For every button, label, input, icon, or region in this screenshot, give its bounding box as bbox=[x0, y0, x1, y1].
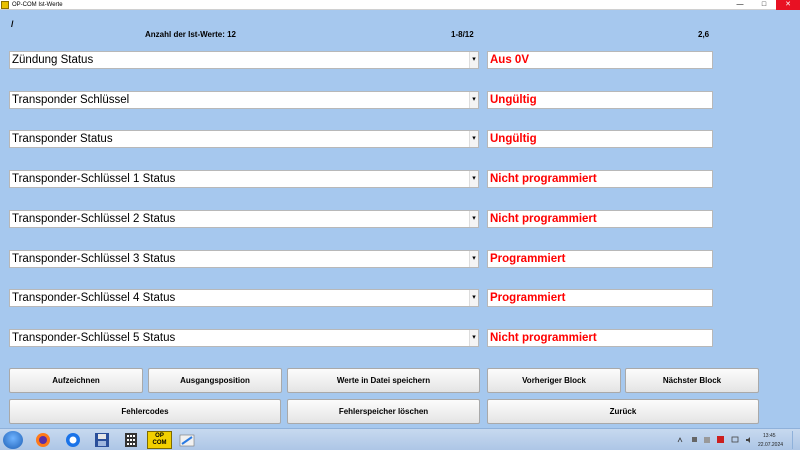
save-to-file-button[interactable]: Werte in Datei speichern bbox=[287, 368, 480, 393]
parameter-label: Transponder-Schlüssel 3 Status bbox=[12, 253, 176, 265]
paint-icon[interactable] bbox=[177, 431, 197, 449]
app-icon bbox=[1, 0, 9, 9]
show-desktop-button[interactable] bbox=[792, 431, 800, 449]
browser-icon[interactable] bbox=[63, 431, 83, 449]
close-icon[interactable]: ✕ bbox=[776, 0, 800, 10]
dropdown-arrow-icon[interactable]: ▾ bbox=[469, 330, 478, 346]
parameter-select-2[interactable]: Transponder Schlüssel ▾ bbox=[9, 91, 479, 109]
parameter-label: Transponder-Schlüssel 2 Status bbox=[12, 213, 176, 225]
parameter-value: Ungültig bbox=[490, 94, 537, 106]
parameter-select-8[interactable]: Transponder-Schlüssel 5 Status ▾ bbox=[9, 329, 479, 347]
parameter-value-5: Nicht programmiert bbox=[487, 210, 713, 228]
dropdown-arrow-icon[interactable]: ▾ bbox=[469, 92, 478, 108]
parameter-select-1[interactable]: Zündung Status ▾ bbox=[9, 51, 479, 69]
parameter-value-3: Ungültig bbox=[487, 130, 713, 148]
tray-display-icon bbox=[731, 431, 739, 449]
taskbar: OP COM 13:45 22.07.2024 bbox=[0, 428, 800, 450]
parameter-select-7[interactable]: Transponder-Schlüssel 4 Status ▾ bbox=[9, 289, 479, 307]
parameter-value-4: Nicht programmiert bbox=[487, 170, 713, 188]
record-button[interactable]: Aufzeichnen bbox=[9, 368, 143, 393]
parameter-value: Programmiert bbox=[490, 292, 566, 304]
parameter-label: Transponder Status bbox=[12, 133, 113, 145]
start-button-icon[interactable] bbox=[3, 431, 23, 449]
tray-app-icon bbox=[703, 431, 711, 449]
parameter-select-4[interactable]: Transponder-Schlüssel 1 Status ▾ bbox=[9, 170, 479, 188]
window-title-bar: OP-COM Ist-Werte — □ ✕ bbox=[0, 0, 800, 10]
dropdown-arrow-icon[interactable]: ▾ bbox=[469, 131, 478, 147]
maximize-icon[interactable]: □ bbox=[752, 0, 776, 10]
dropdown-arrow-icon[interactable]: ▾ bbox=[469, 171, 478, 187]
window-title: OP-COM Ist-Werte bbox=[12, 1, 63, 8]
parameter-label: Zündung Status bbox=[12, 54, 94, 66]
value-count-label: Anzahl der Ist-Werte: 12 bbox=[145, 30, 236, 39]
parameter-value-1: Aus 0V bbox=[487, 51, 713, 69]
dropdown-arrow-icon[interactable]: ▾ bbox=[469, 290, 478, 306]
parameter-value: Nicht programmiert bbox=[490, 173, 597, 185]
parameter-label: Transponder-Schlüssel 4 Status bbox=[12, 292, 176, 304]
parameter-value: Aus 0V bbox=[490, 54, 529, 66]
parameter-value-8: Nicht programmiert bbox=[487, 329, 713, 347]
volume-icon[interactable] bbox=[745, 431, 753, 449]
parameter-label: Transponder Schlüssel bbox=[12, 94, 130, 106]
error-codes-button[interactable]: Fehlercodes bbox=[9, 399, 281, 424]
header-slash: / bbox=[11, 19, 14, 29]
clock-time: 13:45 bbox=[763, 433, 776, 439]
parameter-select-5[interactable]: Transponder-Schlüssel 2 Status ▾ bbox=[9, 210, 479, 228]
tray-chevron-icon[interactable] bbox=[676, 431, 684, 449]
parameter-value-2: Ungültig bbox=[487, 91, 713, 109]
parameter-select-3[interactable]: Transponder Status ▾ bbox=[9, 130, 479, 148]
parameter-value-6: Programmiert bbox=[487, 250, 713, 268]
tray-flag-icon bbox=[690, 431, 698, 449]
clock-date: 22.07.2024 bbox=[758, 442, 784, 448]
parameter-label: Transponder-Schlüssel 5 Status bbox=[12, 332, 176, 344]
start-position-button[interactable]: Ausgangsposition bbox=[148, 368, 282, 393]
header-value: 2,6 bbox=[698, 30, 710, 39]
tray-alert-icon bbox=[716, 431, 725, 449]
opcom-line-1: OP bbox=[155, 433, 164, 439]
calculator-icon[interactable] bbox=[121, 431, 141, 449]
firefox-icon[interactable] bbox=[33, 431, 53, 449]
parameter-value-7: Programmiert bbox=[487, 289, 713, 307]
parameter-value: Programmiert bbox=[490, 253, 566, 265]
minimize-icon[interactable]: — bbox=[728, 0, 752, 10]
parameter-value: Ungültig bbox=[490, 133, 537, 145]
dropdown-arrow-icon[interactable]: ▾ bbox=[469, 52, 478, 68]
back-button[interactable]: Zurück bbox=[487, 399, 759, 424]
parameter-value: Nicht programmiert bbox=[490, 332, 597, 344]
parameter-select-6[interactable]: Transponder-Schlüssel 3 Status ▾ bbox=[9, 250, 479, 268]
dropdown-arrow-icon[interactable]: ▾ bbox=[469, 251, 478, 267]
next-block-button[interactable]: Nächster Block bbox=[625, 368, 759, 393]
opcom-line-2: COM bbox=[152, 440, 167, 446]
opcom-taskbar-item[interactable]: OP COM bbox=[147, 431, 172, 449]
parameter-value: Nicht programmiert bbox=[490, 213, 597, 225]
save-disk-icon[interactable] bbox=[92, 431, 112, 449]
parameter-label: Transponder-Schlüssel 1 Status bbox=[12, 173, 176, 185]
previous-block-button[interactable]: Vorheriger Block bbox=[487, 368, 621, 393]
dropdown-arrow-icon[interactable]: ▾ bbox=[469, 211, 478, 227]
page-range: 1-8/12 bbox=[451, 30, 474, 39]
window-controls: — □ ✕ bbox=[728, 0, 800, 10]
clear-error-memory-button[interactable]: Fehlerspeicher löschen bbox=[287, 399, 480, 424]
